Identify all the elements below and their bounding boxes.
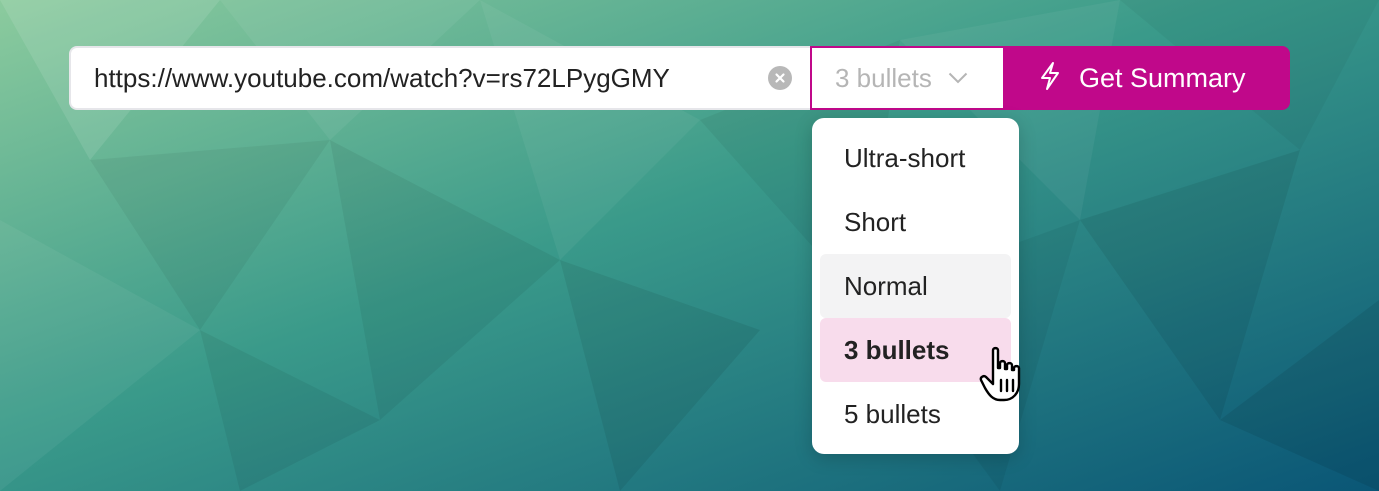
option-short[interactable]: Short [820, 190, 1011, 254]
length-select[interactable]: 3 bullets [810, 46, 1005, 110]
hand-pointer-cursor-icon [979, 346, 1033, 404]
lightning-bolt-icon [1038, 61, 1062, 96]
length-select-value: 3 bullets [835, 62, 932, 93]
get-summary-label: Get Summary [1079, 62, 1246, 93]
option-normal[interactable]: Normal [820, 254, 1011, 318]
get-summary-button[interactable]: Get Summary [1005, 46, 1290, 110]
option-ultra-short[interactable]: Ultra-short [820, 126, 1011, 190]
url-field[interactable] [69, 46, 810, 110]
clear-circle-icon[interactable] [768, 66, 792, 90]
summary-form: 3 bullets Get Summary [69, 46, 1290, 110]
url-input[interactable] [94, 62, 768, 94]
chevron-down-icon [948, 72, 968, 84]
